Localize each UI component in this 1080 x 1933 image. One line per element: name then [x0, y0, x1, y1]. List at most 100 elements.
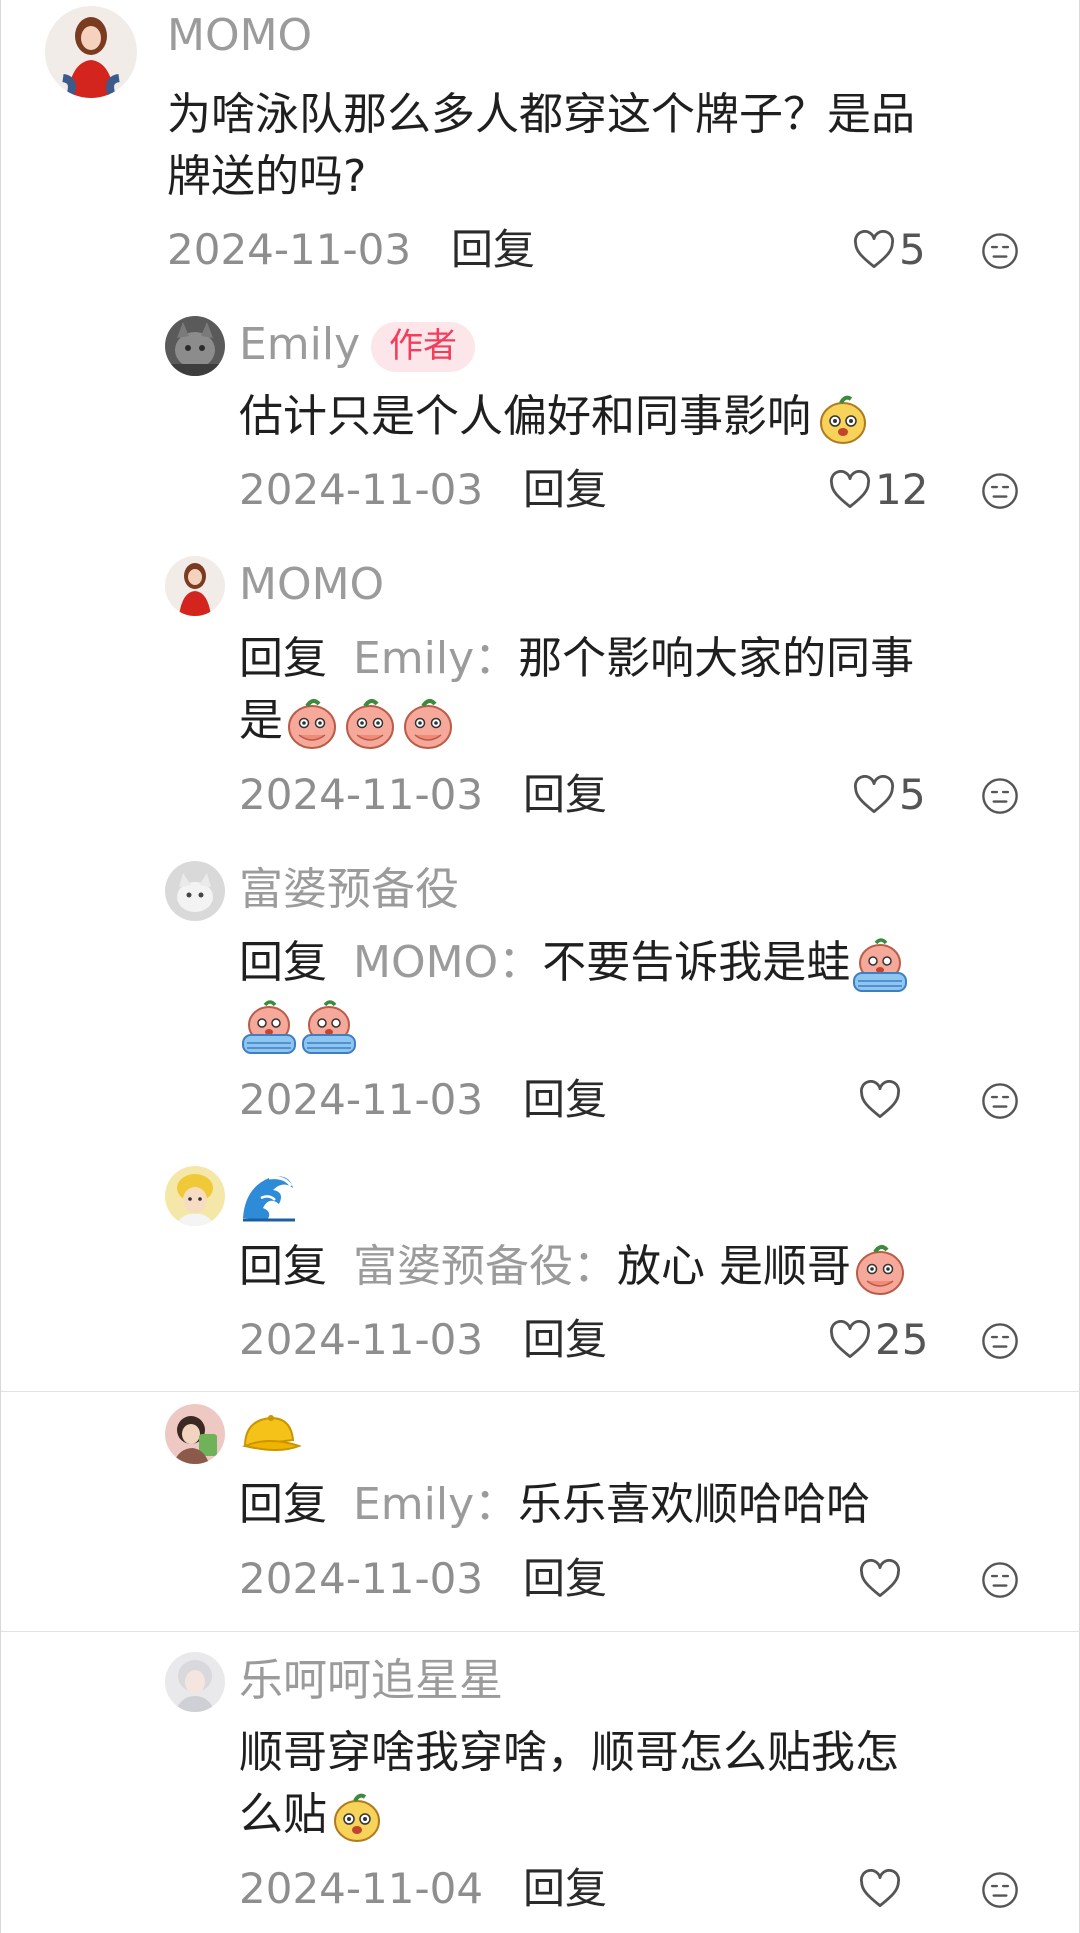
dislike-face-icon[interactable] — [981, 1871, 1019, 1909]
shy-peach-emoji-icon — [341, 695, 399, 751]
reply-target-username[interactable]: MOMO： — [353, 937, 542, 988]
comment-date: 2024-11-03 — [167, 225, 412, 274]
heart-icon — [859, 1559, 901, 1598]
avatar[interactable] — [165, 1652, 225, 1712]
comment-text-continued: 牌送的吗? — [167, 146, 366, 208]
avatar[interactable] — [165, 316, 225, 376]
comment-text-line1: 为啥泳队那么多人都穿这个牌子？是品 — [167, 89, 915, 140]
avatar[interactable] — [165, 556, 225, 616]
reply-button[interactable]: 回复 — [523, 1079, 607, 1121]
reply-button[interactable]: 回复 — [523, 469, 607, 511]
reply-button[interactable]: 回复 — [523, 1319, 607, 1361]
heart-icon — [829, 1320, 871, 1359]
comment-text-line1: 估计只是个人偏好和同事影响 — [239, 391, 811, 442]
like-count: 25 — [875, 1315, 929, 1364]
comment-text-line2: 牌送的吗? — [167, 151, 367, 202]
avatar[interactable] — [165, 1404, 225, 1464]
avatar-image — [165, 316, 225, 376]
comment-date: 2024-11-03 — [239, 1075, 484, 1124]
heart-icon — [853, 230, 895, 269]
pear-face-emoji-icon — [329, 1789, 385, 1845]
comment-text: 回复 MOMO：不要告诉我是蛙 — [239, 932, 910, 994]
crying-peach-emoji-icon — [239, 999, 299, 1055]
wave-emoji-icon[interactable] — [239, 1168, 299, 1228]
like-button[interactable]: 5 — [853, 228, 926, 272]
comment-text: 回复 Emily：那个影响大家的同事 — [239, 628, 914, 690]
reply-target-username[interactable]: 富婆预备役： — [353, 1241, 617, 1292]
username[interactable]: MOMO — [167, 14, 312, 58]
heart-icon — [859, 1869, 901, 1908]
comment-text-line2: 是 — [239, 695, 283, 746]
avatar-image — [165, 861, 225, 921]
author-badge: 作者 — [371, 322, 475, 372]
shy-peach-emoji-icon — [399, 695, 457, 751]
like-button[interactable]: 12 — [829, 468, 928, 512]
comment-text-line1: 那个影响大家的同事 — [518, 633, 915, 684]
avatar[interactable] — [45, 6, 137, 98]
divider — [1, 1391, 1080, 1392]
reply-keyword: 回复 — [239, 937, 327, 988]
pear-face-emoji-icon — [815, 391, 871, 447]
reply-keyword: 回复 — [239, 633, 327, 684]
like-count: 12 — [875, 465, 929, 514]
reply-keyword: 回复 — [239, 1241, 327, 1292]
username[interactable]: MOMO — [239, 563, 384, 607]
comment-text-line1: 放心 是顺哥 — [617, 1241, 851, 1292]
avatar-image — [165, 1652, 225, 1712]
crying-peach-emoji-icon — [299, 999, 359, 1055]
reply-target-username[interactable]: Emily： — [353, 633, 518, 684]
reply-button[interactable]: 回复 — [523, 774, 607, 816]
shy-peach-emoji-icon — [283, 695, 341, 751]
avatar-image — [45, 6, 137, 98]
comment-text-line1: 乐乐喜欢顺哈哈哈 — [518, 1479, 871, 1530]
avatar[interactable] — [165, 861, 225, 921]
comment-text-continued — [239, 994, 359, 1056]
username[interactable]: Emily — [239, 323, 360, 367]
dislike-face-icon[interactable] — [981, 1082, 1019, 1120]
like-button[interactable] — [859, 1557, 905, 1601]
comment-date: 2024-11-04 — [239, 1864, 484, 1913]
reply-target-username[interactable]: Emily： — [353, 1479, 518, 1530]
comment-text: 回复 富婆预备役：放心 是顺哥 — [239, 1236, 909, 1298]
avatar-image — [165, 556, 225, 616]
heart-icon — [853, 775, 895, 814]
dislike-face-icon[interactable] — [981, 777, 1019, 815]
username[interactable]: 富婆预备役 — [239, 868, 459, 912]
comment-text-continued: 是 — [239, 690, 457, 752]
comment-text: 回复 Emily：乐乐喜欢顺哈哈哈 — [239, 1474, 870, 1536]
avatar-image — [165, 1404, 225, 1464]
like-button[interactable] — [859, 1078, 905, 1122]
divider — [1, 1631, 1080, 1632]
comment-text-line1: 不要告诉我是蛙 — [542, 937, 851, 988]
avatar[interactable] — [165, 1166, 225, 1226]
reply-keyword: 回复 — [239, 1479, 327, 1530]
reply-button[interactable]: 回复 — [523, 1868, 607, 1910]
like-count: 5 — [899, 770, 926, 819]
comment-date: 2024-11-03 — [239, 1315, 484, 1364]
comment-text: 估计只是个人偏好和同事影响 — [239, 386, 871, 448]
heart-icon — [859, 1080, 901, 1119]
comment-date: 2024-11-03 — [239, 465, 484, 514]
dislike-face-icon[interactable] — [981, 1561, 1019, 1599]
username[interactable]: 乐呵呵追星星 — [239, 1659, 503, 1703]
like-button[interactable]: 5 — [853, 773, 926, 817]
reply-button[interactable]: 回复 — [451, 229, 535, 271]
dislike-face-icon[interactable] — [981, 472, 1019, 510]
comment-text: 为啥泳队那么多人都穿这个牌子？是品 — [167, 84, 915, 146]
comment-text-line2: 么贴 — [239, 1789, 327, 1840]
crying-peach-emoji-icon — [850, 937, 910, 993]
heart-icon — [829, 470, 871, 509]
comment-text: 顺哥穿啥我穿啥，顺哥怎么贴我怎 — [239, 1722, 899, 1784]
comment-text-line1: 顺哥穿啥我穿啥，顺哥怎么贴我怎 — [239, 1727, 899, 1778]
like-button[interactable] — [859, 1867, 905, 1911]
dislike-face-icon[interactable] — [981, 1322, 1019, 1360]
comment-date: 2024-11-03 — [239, 770, 484, 819]
like-count: 5 — [899, 225, 926, 274]
comment-text-continued: 么贴 — [239, 1784, 385, 1846]
reply-button[interactable]: 回复 — [523, 1558, 607, 1600]
like-button[interactable]: 25 — [829, 1318, 928, 1362]
shy-peach-emoji-icon — [851, 1241, 909, 1297]
comment-date: 2024-11-03 — [239, 1554, 484, 1603]
yellow-cap-emoji-icon[interactable] — [239, 1406, 302, 1466]
dislike-face-icon[interactable] — [981, 232, 1019, 270]
